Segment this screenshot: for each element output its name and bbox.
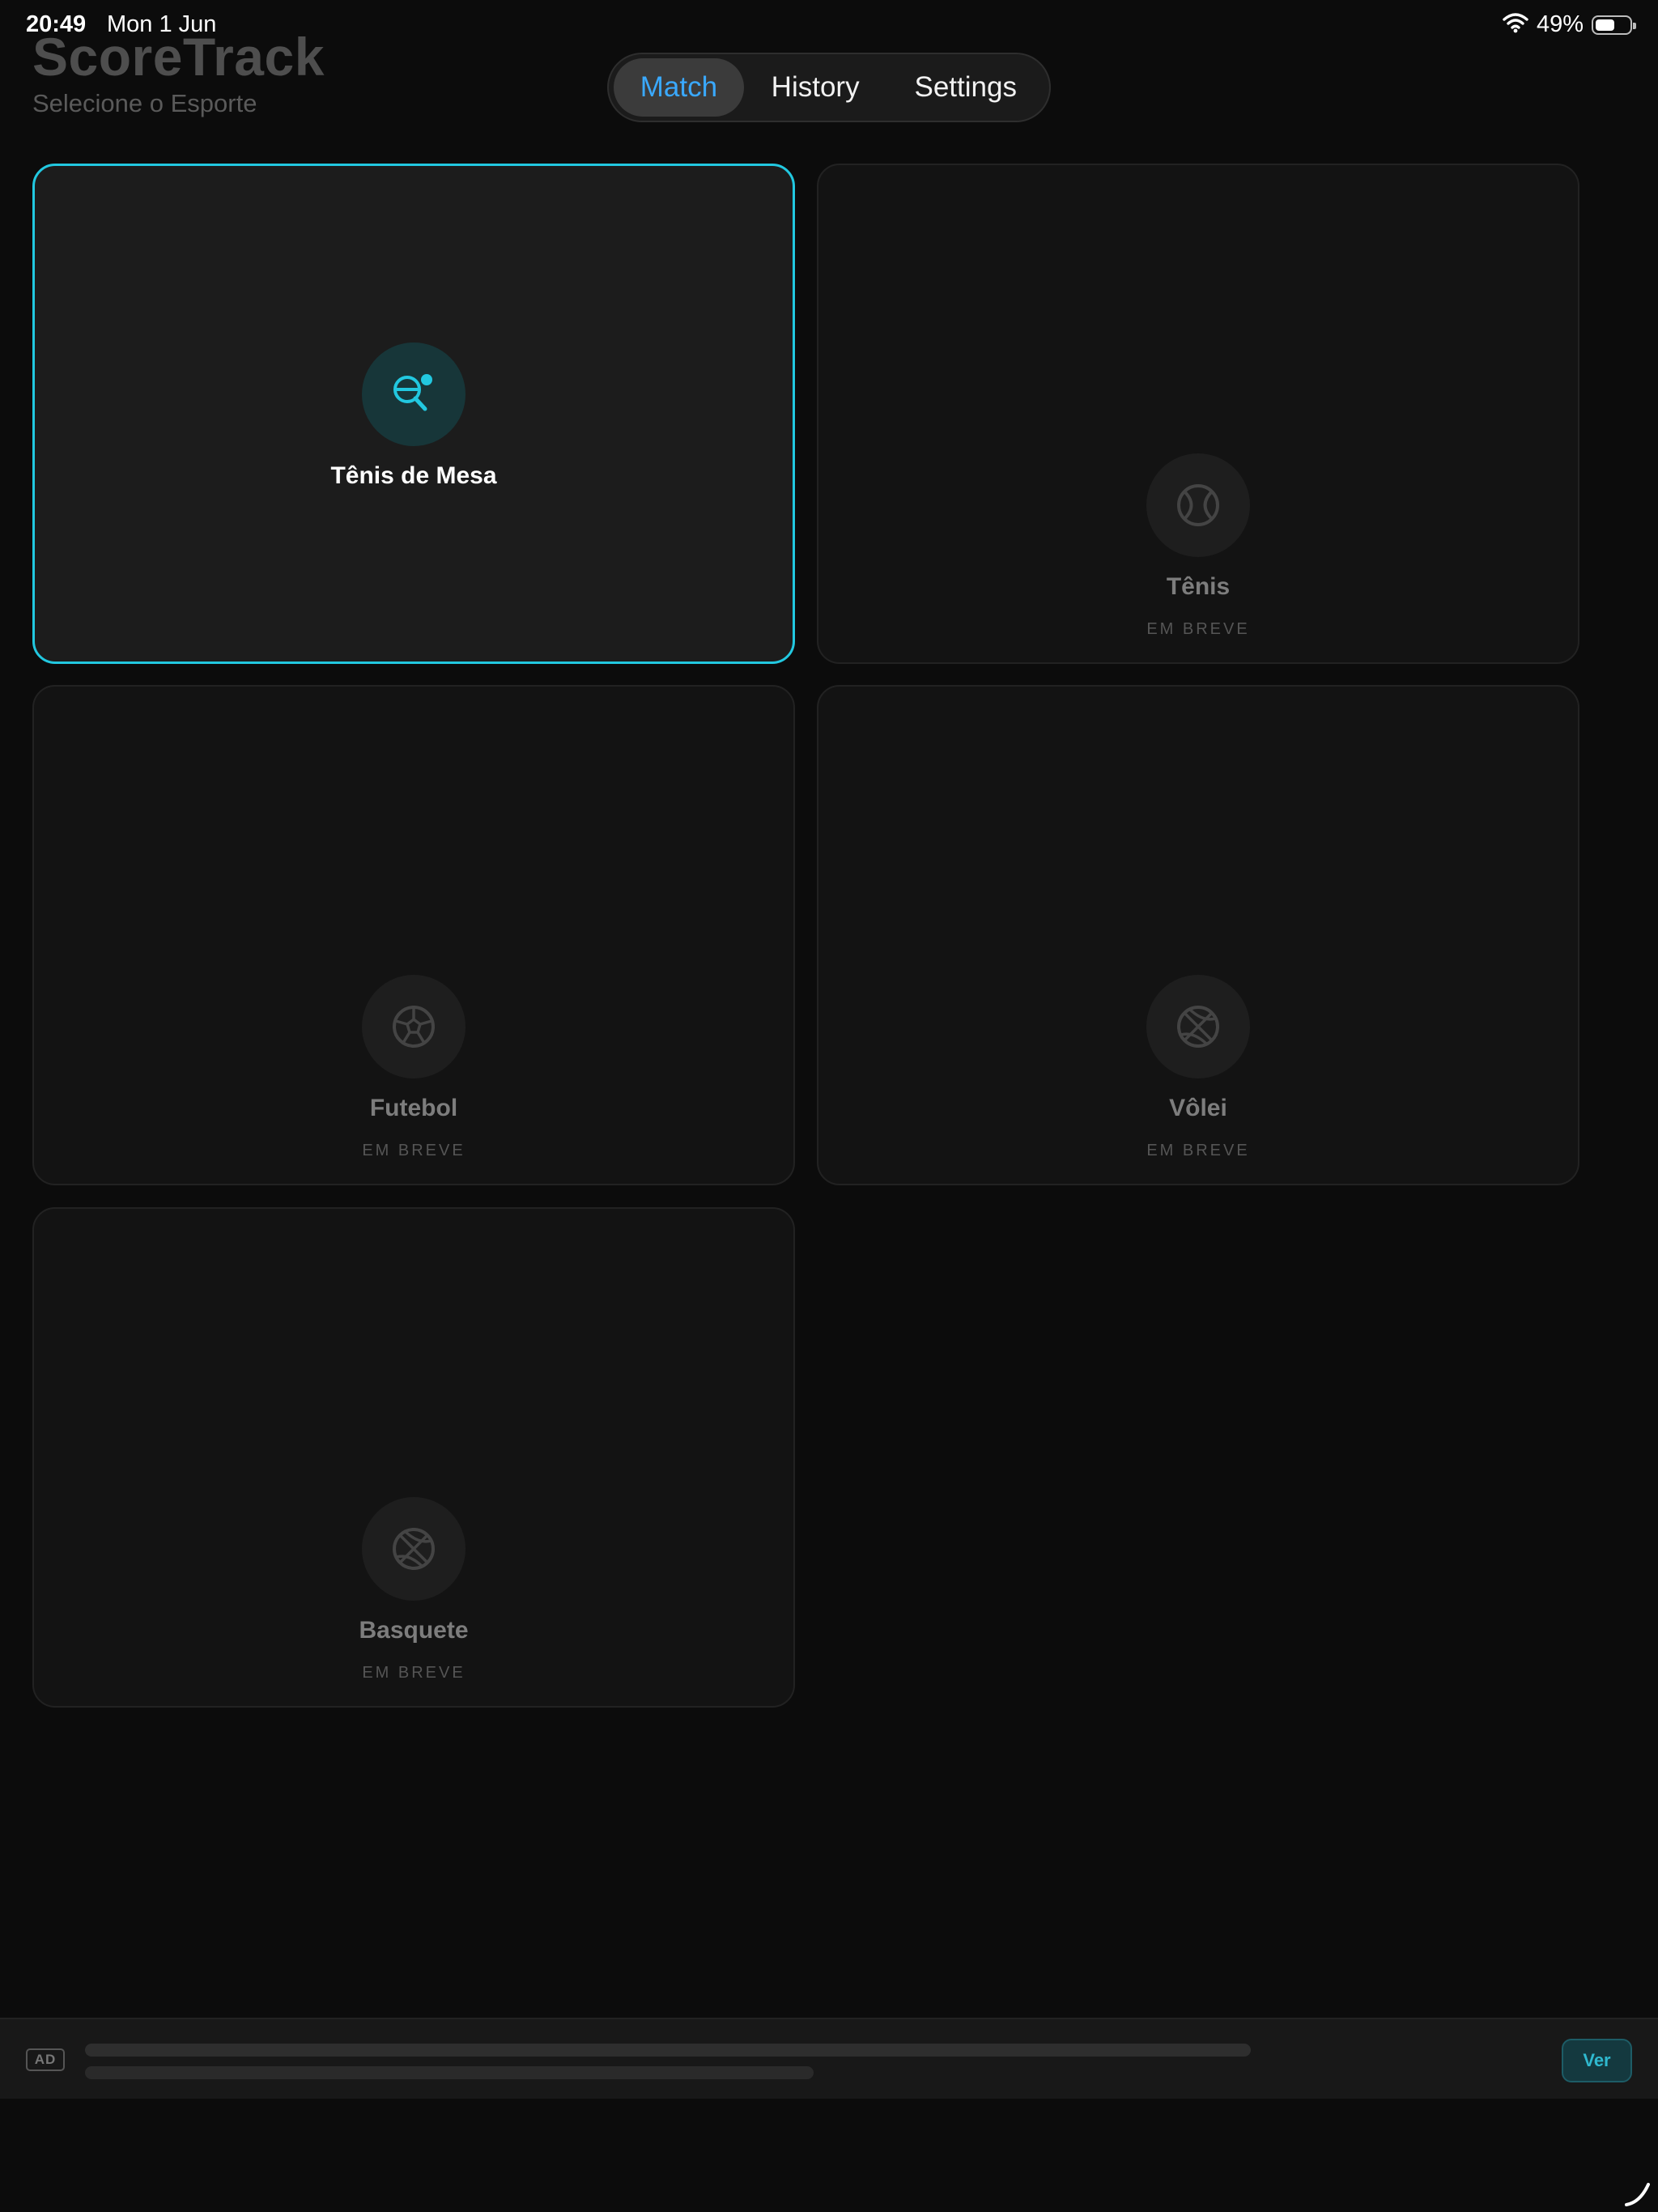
tab-history[interactable]: History bbox=[744, 58, 887, 117]
coming-soon-badge: EM BREVE bbox=[362, 1142, 466, 1159]
battery-percent: 49% bbox=[1536, 11, 1584, 37]
status-right: 49% bbox=[1503, 11, 1636, 38]
sport-label: Vôlei bbox=[1169, 1095, 1227, 1121]
ad-tag: AD bbox=[26, 2048, 65, 2071]
ad-text-placeholder bbox=[85, 2066, 814, 2079]
sport-card-tennis[interactable]: Tênis EM BREVE bbox=[817, 164, 1579, 664]
basketball-icon bbox=[362, 1497, 466, 1601]
ping-pong-icon bbox=[362, 342, 466, 446]
soccer-ball-icon bbox=[362, 975, 466, 1078]
sport-label: Futebol bbox=[369, 1095, 458, 1121]
ad-text-placeholder bbox=[85, 2044, 1251, 2057]
sport-card-table-tennis[interactable]: Tênis de Mesa bbox=[32, 164, 795, 664]
app-title: ScoreTrack bbox=[32, 27, 325, 87]
sport-card-volleyball[interactable]: Vôlei EM BREVE bbox=[817, 685, 1579, 1185]
sport-card-basketball[interactable]: Basquete EM BREVE bbox=[32, 1207, 795, 1708]
tennis-ball-icon bbox=[1146, 453, 1250, 557]
segmented-tabs: Match History Settings bbox=[607, 53, 1051, 122]
volleyball-icon bbox=[1146, 975, 1250, 1078]
screen: 20:49 Mon 1 Jun 49% ScoreTrack Selecione… bbox=[0, 0, 1658, 2212]
sport-card-soccer[interactable]: Futebol EM BREVE bbox=[32, 685, 795, 1185]
sport-label: Tênis de Mesa bbox=[330, 462, 497, 489]
corner-curve-icon bbox=[1624, 2180, 1652, 2211]
sport-label: Tênis bbox=[1166, 573, 1231, 600]
wifi-icon bbox=[1503, 12, 1528, 37]
sport-label: Basquete bbox=[359, 1617, 469, 1644]
coming-soon-badge: EM BREVE bbox=[1146, 620, 1250, 638]
battery-fill bbox=[1596, 19, 1614, 31]
coming-soon-badge: EM BREVE bbox=[362, 1664, 466, 1682]
tab-settings[interactable]: Settings bbox=[886, 58, 1044, 117]
battery-icon bbox=[1592, 15, 1636, 35]
tab-match[interactable]: Match bbox=[614, 58, 744, 117]
ad-view-button[interactable]: Ver bbox=[1562, 2039, 1632, 2082]
coming-soon-badge: EM BREVE bbox=[1146, 1142, 1250, 1159]
ad-banner[interactable]: AD Ver bbox=[0, 2018, 1658, 2099]
page-subtitle: Selecione o Esporte bbox=[32, 89, 257, 117]
